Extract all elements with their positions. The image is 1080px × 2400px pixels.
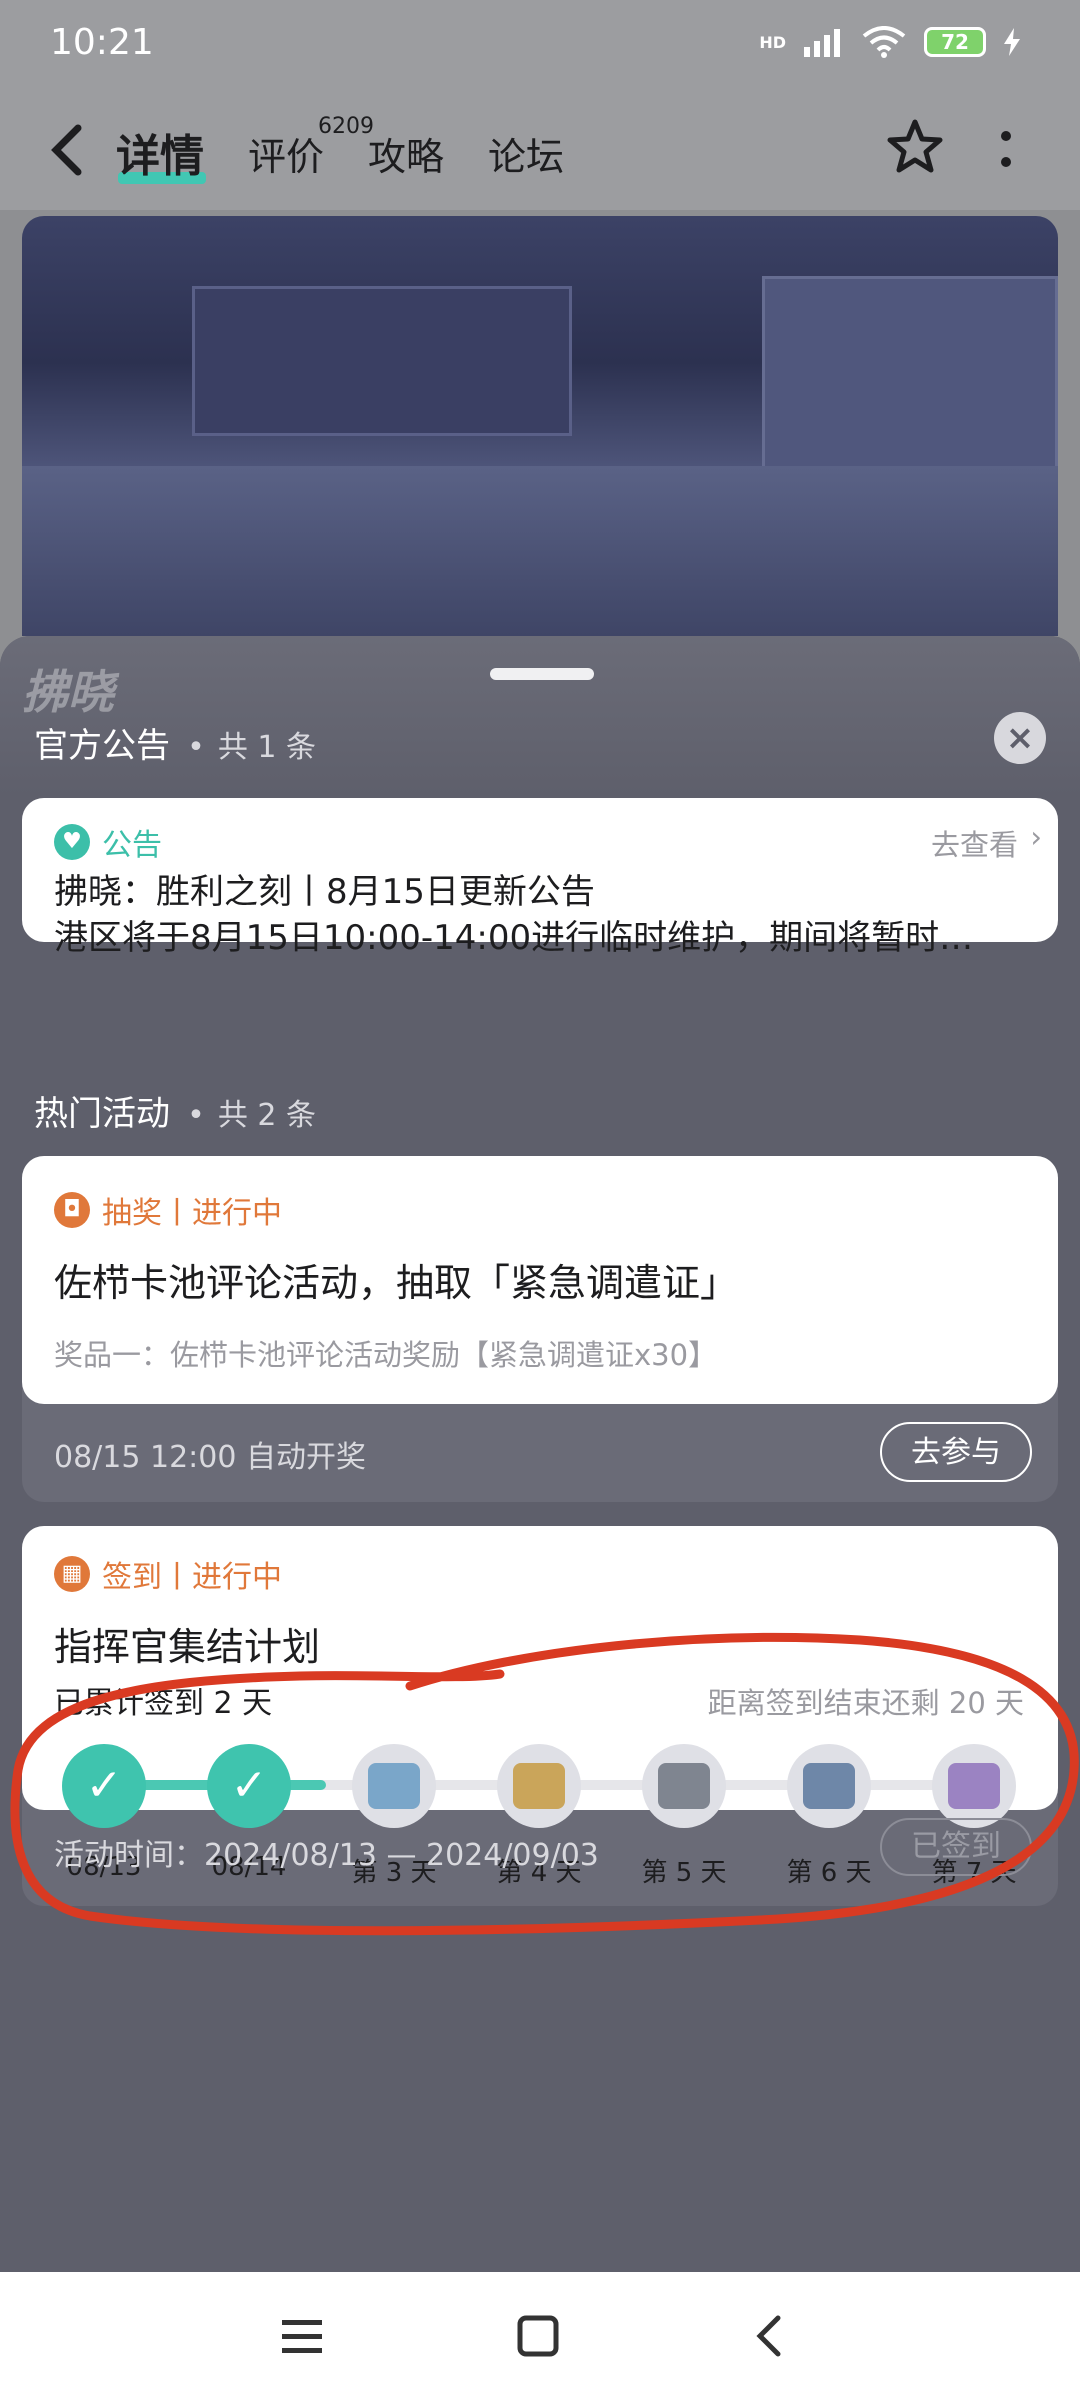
announcements-header: 官方公告 • 共 1 条	[34, 718, 316, 767]
system-nav-bar	[0, 2272, 1080, 2400]
back-icon[interactable]	[48, 120, 88, 180]
tab-details[interactable]: 详情	[116, 120, 204, 184]
signal-icon	[804, 29, 840, 57]
activities-title: 热门活动	[34, 1094, 170, 1134]
chevron-right-icon: ›	[1030, 820, 1042, 854]
tab-guides[interactable]: 攻略	[368, 126, 444, 181]
activities-header: 热门活动 • 共 2 条	[34, 1086, 316, 1135]
announcements-title: 官方公告	[34, 726, 170, 766]
announcement-card[interactable]: ♥ 公告 去查看 › 拂晓：胜利之刻丨8月15日更新公告 港区将于8月15日10…	[22, 798, 1058, 958]
lottery-prize: 奖品一：佐栉卡池评论活动奖励【紧急调遣证x30】	[54, 1338, 718, 1372]
system-back-icon[interactable]	[746, 2312, 794, 2360]
announcement-tag: ♥ 公告	[54, 820, 162, 864]
status-time: 10:21	[50, 22, 154, 63]
calendar-icon: ▦	[54, 1556, 90, 1592]
lottery-activity: ◘ 抽奖丨进行中 佐栉卡池评论活动，抽取「紧急调遣证」 奖品一：佐栉卡池评论活动…	[22, 1156, 1058, 1502]
top-nav: 详情 评价 6209 攻略 论坛	[0, 90, 1080, 210]
game-banner-image	[22, 216, 1058, 636]
more-options-icon[interactable]	[1000, 130, 1012, 170]
lottery-tag-label: 抽奖丨进行中	[102, 1196, 282, 1231]
game-logo-watermark: 拂晓	[22, 665, 114, 719]
lottery-title: 佐栉卡池评论活动，抽取「紧急调遣证」	[54, 1261, 739, 1305]
heart-badge-icon: ♥	[54, 824, 90, 860]
close-button[interactable]: ×	[994, 712, 1046, 764]
status-bar: 10:21 HD 72	[0, 0, 1080, 90]
menu-icon[interactable]	[278, 2312, 326, 2360]
review-count-badge: 6209	[318, 114, 374, 139]
red-circle-annotation	[10, 1632, 1079, 1936]
lottery-tag: ◘ 抽奖丨进行中	[54, 1188, 282, 1232]
join-lottery-button[interactable]: 去参与	[880, 1422, 1032, 1482]
gift-icon: ◘	[54, 1192, 90, 1228]
checkin-tag: ▦ 签到丨进行中	[54, 1552, 282, 1596]
announcement-tag-label: 公告	[102, 828, 162, 863]
home-icon[interactable]	[514, 2312, 562, 2360]
network-label: HD	[759, 32, 786, 52]
status-icons: HD 72	[759, 26, 1020, 58]
announcement-sheet: 拂晓 官方公告 • 共 1 条 × ♥ 公告 去查看 › 拂晓：胜利之刻丨8月1…	[0, 636, 1080, 2272]
favorite-star-icon[interactable]	[886, 118, 944, 176]
battery-icon: 72	[924, 27, 986, 57]
tab-forum[interactable]: 论坛	[488, 126, 564, 181]
banner-desk	[22, 466, 1058, 636]
sheet-header-bg	[0, 636, 1080, 796]
banner-shelf	[192, 286, 572, 436]
lottery-draw-time: 08/15 12:00 自动开奖	[54, 1440, 366, 1475]
announcements-count: 共 1 条	[217, 730, 317, 765]
announcement-headline: 拂晓：胜利之刻丨8月15日更新公告	[54, 872, 595, 912]
drag-handle[interactable]	[490, 668, 594, 680]
wifi-icon	[862, 26, 906, 58]
lottery-card[interactable]: ◘ 抽奖丨进行中 佐栉卡池评论活动，抽取「紧急调遣证」 奖品一：佐栉卡池评论活动…	[22, 1156, 1058, 1404]
checkin-tag-label: 签到丨进行中	[102, 1560, 282, 1595]
activities-count: 共 2 条	[217, 1098, 317, 1133]
charging-icon	[1004, 28, 1020, 56]
view-announcement-link[interactable]: 去查看	[931, 822, 1018, 864]
announcement-summary: 港区将于8月15日10:00-14:00进行临时维护，期间将暂时…	[54, 918, 974, 958]
tab-reviews[interactable]: 评价	[248, 126, 324, 181]
activities-count-dot: •	[187, 1098, 205, 1133]
banner-cabinet	[762, 276, 1058, 476]
announcements-count-dot: •	[187, 730, 205, 765]
